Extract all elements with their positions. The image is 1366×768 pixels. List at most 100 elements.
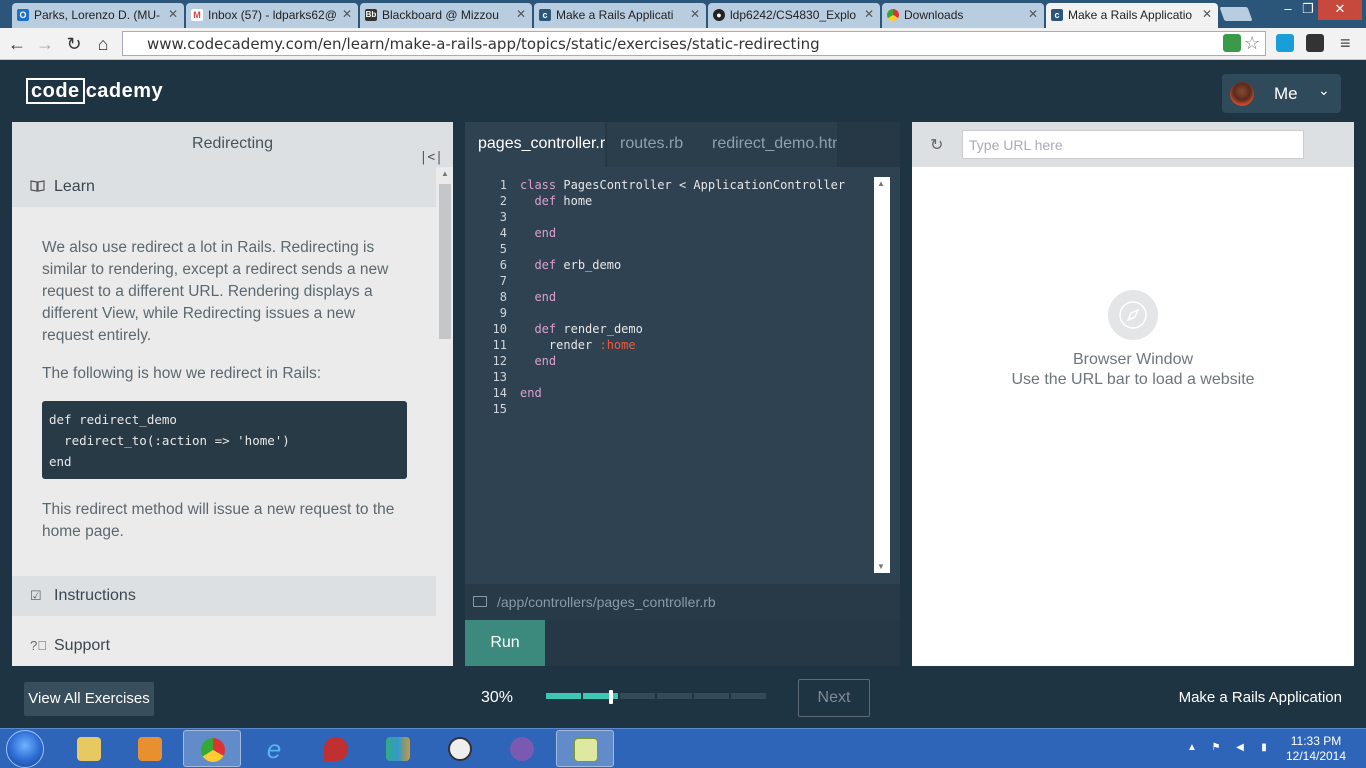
run-bar-filler — [545, 620, 900, 666]
editor-tab-redirect-demo[interactable]: redirect_demo.html.erb — [699, 122, 837, 167]
scroll-up-icon[interactable]: ▲ — [441, 169, 449, 178]
code-line: def home — [534, 194, 593, 208]
user-menu-button[interactable]: Me ⌄ — [1222, 74, 1341, 113]
restore-icon[interactable]: ❐ — [1296, 0, 1320, 20]
taskbar-internet-explorer[interactable]: e — [245, 730, 303, 767]
taskbar-clock-app[interactable] — [431, 730, 489, 767]
progress-knob — [609, 690, 613, 704]
new-tab-button[interactable] — [1219, 7, 1253, 21]
line-number: 7 — [499, 274, 507, 288]
scrollbar-thumb[interactable] — [439, 184, 451, 339]
next-button[interactable]: Next — [798, 679, 870, 717]
browser-tab-active[interactable]: c Make a Rails Applicatio ✕ — [1046, 3, 1218, 28]
checkbox-icon: ☑ — [30, 588, 42, 603]
view-all-exercises-button[interactable]: View All Exercises — [24, 682, 154, 716]
learn-section-header[interactable]: Learn — [12, 167, 436, 207]
close-tab-icon[interactable]: ✕ — [516, 7, 526, 21]
extension-shield-icon[interactable] — [1223, 34, 1241, 52]
start-button[interactable] — [6, 730, 44, 768]
preview-title: Browser Window — [1072, 351, 1194, 368]
close-tab-icon[interactable]: ✕ — [1028, 7, 1038, 21]
browser-tab-strip: O Parks, Lorenzo D. (MU- ✕ M Inbox (57) … — [0, 0, 1366, 28]
code-line: def render_demo — [534, 322, 643, 336]
close-tab-icon[interactable]: ✕ — [342, 7, 352, 21]
lesson-title: Redirecting — [192, 135, 273, 152]
close-tab-icon[interactable]: ✕ — [168, 7, 178, 21]
extension-puzzle-icon[interactable] — [1306, 34, 1324, 52]
home-icon[interactable]: ⌂ — [92, 33, 114, 55]
tab-title: ldp6242/CS4830_Explo — [730, 8, 857, 22]
close-tab-icon[interactable]: ✕ — [864, 7, 874, 21]
system-clock[interactable]: 11:33 PM 12/14/2014 — [1284, 734, 1348, 764]
line-number: 14 — [492, 386, 507, 400]
codecademy-icon: c — [1051, 9, 1063, 21]
taskbar-file-explorer[interactable] — [60, 730, 118, 767]
tab-title: Make a Rails Applicati — [556, 8, 674, 22]
browser-tab-github[interactable]: ● ldp6242/CS4830_Explo ✕ — [708, 3, 880, 28]
lesson-panel: Redirecting |<| Learn We also use redire… — [12, 122, 453, 666]
browser-tab-blackboard[interactable]: Bb Blackboard @ Mizzou ✕ — [360, 3, 532, 28]
progress-bar — [546, 693, 766, 699]
code-area[interactable]: 1 class PagesController < ApplicationCont… — [465, 177, 870, 572]
line-number: 2 — [499, 194, 507, 208]
browser-tab-outlook[interactable]: O Parks, Lorenzo D. (MU- ✕ — [12, 3, 184, 28]
internet-explorer-icon: e — [266, 734, 282, 764]
blackboard-icon: Bb — [365, 9, 377, 21]
refresh-icon[interactable]: ↻ — [930, 135, 943, 155]
scroll-down-icon[interactable]: ▼ — [877, 562, 885, 571]
address-bar[interactable]: www.codecademy.com/en/learn/make-a-rails… — [122, 31, 1266, 56]
editor-scrollbar[interactable]: ▲ ▼ — [874, 177, 890, 573]
editor-tab-label: routes.rb — [620, 135, 684, 152]
action-center-icon[interactable]: ⚑ — [1210, 742, 1222, 754]
instructions-section-header[interactable]: ☑ Instructions — [12, 576, 436, 616]
book-icon — [30, 179, 45, 194]
close-tab-icon[interactable]: ✕ — [1202, 7, 1212, 21]
support-section-header[interactable]: ?⃝ Support — [12, 626, 436, 666]
progress-segment — [620, 693, 655, 699]
pin-icon — [324, 737, 348, 761]
volume-icon[interactable]: ◀ — [1234, 742, 1246, 754]
browser-tab-downloads[interactable]: Downloads ✕ — [882, 3, 1044, 28]
browser-tab-gmail[interactable]: M Inbox (57) - ldparks62@ ✕ — [186, 3, 358, 28]
line-number: 4 — [499, 226, 507, 240]
progress-segment — [731, 693, 766, 699]
taskbar-chrome[interactable] — [183, 730, 241, 767]
codecademy-logo[interactable]: code cademy — [26, 78, 163, 104]
browser-tab-codecademy[interactable]: c Make a Rails Applicati ✕ — [534, 3, 706, 28]
tab-title: Parks, Lorenzo D. (MU- — [34, 8, 161, 22]
extension-check-icon[interactable] — [1276, 34, 1294, 52]
menu-icon[interactable]: ≡ — [1340, 34, 1358, 52]
close-window-icon[interactable]: ✕ — [1318, 0, 1362, 20]
show-hidden-icons-icon[interactable]: ▲ — [1186, 742, 1198, 754]
forward-icon[interactable]: → — [34, 33, 56, 55]
bookmark-star-icon[interactable]: ☆ — [1244, 34, 1262, 52]
notepad-icon — [574, 738, 598, 762]
network-icon[interactable]: ▮ — [1258, 742, 1270, 754]
chrome-downloads-icon — [887, 9, 899, 21]
line-number: 12 — [492, 354, 507, 368]
code-line: end — [534, 354, 557, 368]
exercise-footer: View All Exercises 30% Next Make a Rails… — [0, 666, 1366, 728]
close-tab-icon[interactable]: ✕ — [690, 7, 700, 21]
instructions-label: Instructions — [54, 587, 136, 604]
back-icon[interactable]: ← — [6, 33, 28, 55]
browser-preview-pane: ↻ Browser Window Use the URL bar to load… — [912, 122, 1354, 666]
course-name[interactable]: Make a Rails Application — [1179, 689, 1342, 706]
run-button[interactable]: Run — [465, 620, 545, 666]
scroll-up-icon[interactable]: ▲ — [877, 179, 885, 188]
taskbar-media-player[interactable] — [121, 730, 179, 767]
taskbar-office[interactable] — [369, 730, 427, 767]
editor-tab-pages-controller[interactable]: pages_controller.rb — [465, 122, 605, 167]
preview-url-input[interactable] — [962, 130, 1304, 159]
taskbar-pin[interactable] — [307, 730, 365, 767]
clock-date: 12/14/2014 — [1285, 749, 1347, 763]
reload-icon[interactable]: ↻ — [63, 33, 85, 55]
taskbar-notepad[interactable] — [556, 730, 614, 767]
lesson-scrollbar[interactable]: ▲ — [437, 167, 453, 622]
compass-icon — [1108, 290, 1158, 340]
learn-content: We also use redirect a lot in Rails. Red… — [42, 237, 407, 559]
code-editor: pages_controller.rb routes.rb redirect_d… — [465, 122, 900, 666]
editor-tab-routes[interactable]: routes.rb — [607, 122, 699, 167]
taskbar-github-desktop[interactable] — [493, 730, 551, 767]
editor-tab-label: pages_controller.rb — [478, 135, 605, 152]
